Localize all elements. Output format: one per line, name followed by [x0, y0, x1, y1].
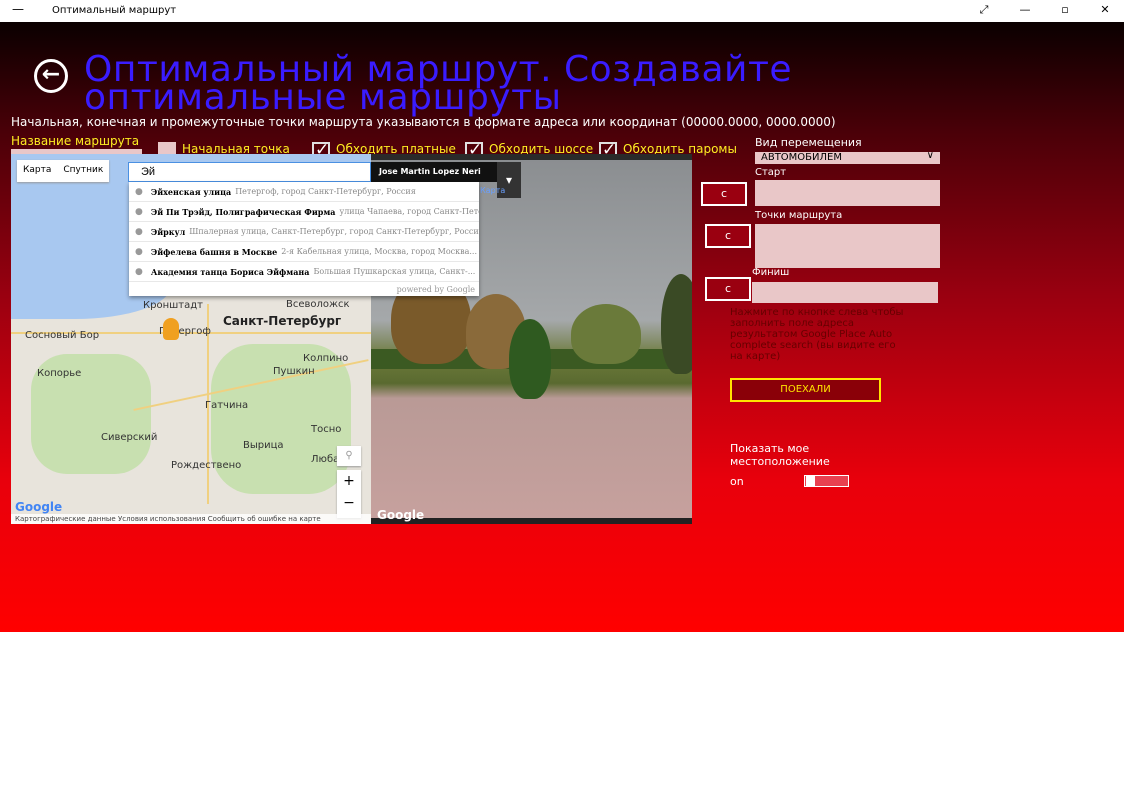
- suggestion-main: Эйркул: [150, 226, 186, 237]
- street-view-map-link[interactable]: Карта: [480, 186, 505, 195]
- tree: [661, 274, 692, 374]
- location-marker-icon[interactable]: [163, 318, 179, 340]
- zoom-out-button[interactable]: −: [337, 492, 361, 514]
- map-pin-icon: ●: [135, 186, 143, 197]
- autocomplete-dropdown: ● Эйхенская улица Петергоф, город Санкт-…: [129, 182, 479, 296]
- map-type-satellite-button[interactable]: Спутник: [57, 160, 109, 182]
- finish-label: Финиш: [752, 267, 790, 278]
- zoom-in-button[interactable]: +: [337, 470, 361, 492]
- suggestion-item[interactable]: ● Эйхенская улица Петергоф, город Санкт-…: [129, 182, 479, 202]
- go-button[interactable]: ПОЕХАЛИ: [730, 378, 881, 402]
- start-input[interactable]: [755, 180, 940, 206]
- window-title: Оптимальный маршрут: [52, 5, 177, 16]
- map-label: Тосно: [311, 424, 342, 435]
- powered-by-google: powered by Google: [396, 285, 475, 294]
- toggle-knob[interactable]: [806, 476, 815, 486]
- suggestion-main: Эйхенская улица: [150, 186, 232, 197]
- suggestion-sub: улица Чапаева, город Санкт-Петер...: [339, 207, 479, 216]
- map-footer: Картографические данные Условия использо…: [11, 514, 371, 524]
- minimize-app-icon[interactable]: —: [12, 2, 24, 16]
- restore-icon[interactable]: ⤢: [974, 3, 994, 17]
- page-title: Оптимальный маршрут. Создавайте оптималь…: [84, 49, 793, 118]
- map-pin-icon: ●: [135, 266, 143, 277]
- map-label: Сосновый Бор: [25, 330, 100, 341]
- suggestion-main: Академия танца Бориса Эйфмана: [150, 266, 310, 277]
- travel-mode-select[interactable]: АВТОМОБИЛЕМ ∨: [755, 152, 940, 164]
- start-fill-button[interactable]: c: [701, 182, 747, 206]
- map-label: Копорье: [37, 368, 82, 379]
- tree: [571, 304, 641, 364]
- travel-mode-value: АВТОМОБИЛЕМ: [761, 152, 842, 163]
- close-icon[interactable]: ✕: [1095, 3, 1115, 16]
- finish-fill-button[interactable]: c: [705, 277, 751, 301]
- suggestion-sub: Петергоф, город Санкт-Петербург, Россия: [235, 187, 416, 196]
- suggestion-item[interactable]: ● Эйфелева башня в Москве 2-я Кабельная …: [129, 242, 479, 262]
- suggestion-item[interactable]: ● Эйркул Шпалерная улица, Санкт-Петербур…: [129, 222, 479, 242]
- sv-top-bar: [371, 154, 692, 160]
- waypoints-input[interactable]: [755, 224, 940, 268]
- map-label: Вырица: [243, 440, 284, 451]
- start-label: Старт: [755, 167, 787, 178]
- suggestion-main: Эй Пи Трэйд, Полиграфическая Фирма: [150, 206, 336, 217]
- maximize-icon[interactable]: ▫: [1055, 3, 1075, 16]
- google-logo: Google: [15, 500, 63, 514]
- map-label: Кронштадт: [143, 300, 203, 311]
- map-label: Всеволожск: [286, 299, 350, 310]
- suggestion-main: Эйфелева башня в Москве: [150, 246, 278, 257]
- map-label: Пушкин: [273, 366, 315, 377]
- map-label: Колпино: [303, 353, 349, 364]
- map-label: Рождествено: [171, 460, 242, 471]
- chevron-down-icon: ∨: [926, 152, 934, 161]
- pegman-icon[interactable]: ⚲: [337, 446, 361, 466]
- finish-input[interactable]: [752, 282, 938, 303]
- tree: [509, 319, 551, 399]
- place-search-input[interactable]: [128, 162, 371, 182]
- map-pin-icon: ●: [135, 246, 143, 257]
- suggestion-item[interactable]: ● Эй Пи Трэйд, Полиграфическая Фирма ули…: [129, 202, 479, 222]
- map-label: Санкт-Петербург: [223, 314, 342, 328]
- format-hint: Начальная, конечная и промежуточные точк…: [11, 115, 836, 129]
- street-view-caption: Jose Martin Lopez Neri: [371, 162, 497, 182]
- waypoints-label: Точки маршрута: [755, 210, 843, 221]
- suggestion-sub: Большая Пушкарская улица, Санкт-...: [313, 267, 476, 276]
- map-type-control[interactable]: Карта Спутник: [17, 160, 110, 182]
- zoom-control[interactable]: + −: [337, 470, 361, 518]
- autocomplete-note: Нажмите по кнопке слева чтобы заполнить …: [730, 307, 904, 362]
- map-pin-icon: ●: [135, 226, 143, 237]
- back-button[interactable]: ←: [34, 59, 68, 93]
- map-pin-icon: ●: [135, 206, 143, 217]
- map-label: Сиверский: [101, 432, 158, 443]
- route-name-label: Название маршрута: [11, 134, 140, 148]
- show-location-label: Показать мое местоположение: [730, 442, 830, 468]
- toggle-state-label: on: [730, 475, 744, 488]
- street-view-google-logo: Google: [377, 508, 425, 522]
- minimize-icon[interactable]: —: [1015, 3, 1035, 16]
- map-type-map-button[interactable]: Карта: [17, 160, 57, 182]
- suggestion-sub: 2-я Кабельная улица, Москва, город Москв…: [281, 247, 478, 256]
- map-label: Гатчина: [205, 400, 249, 411]
- waypoints-fill-button[interactable]: c: [705, 224, 751, 248]
- window-titlebar: — Оптимальный маршрут ⤢ — ▫ ✕: [0, 0, 1124, 22]
- suggestion-sub: Шпалерная улица, Санкт-Петербург, город …: [189, 227, 479, 236]
- suggestion-item[interactable]: ● Академия танца Бориса Эйфмана Большая …: [129, 262, 479, 282]
- travel-mode-label: Вид перемещения: [755, 136, 862, 149]
- show-location-toggle[interactable]: [804, 475, 849, 487]
